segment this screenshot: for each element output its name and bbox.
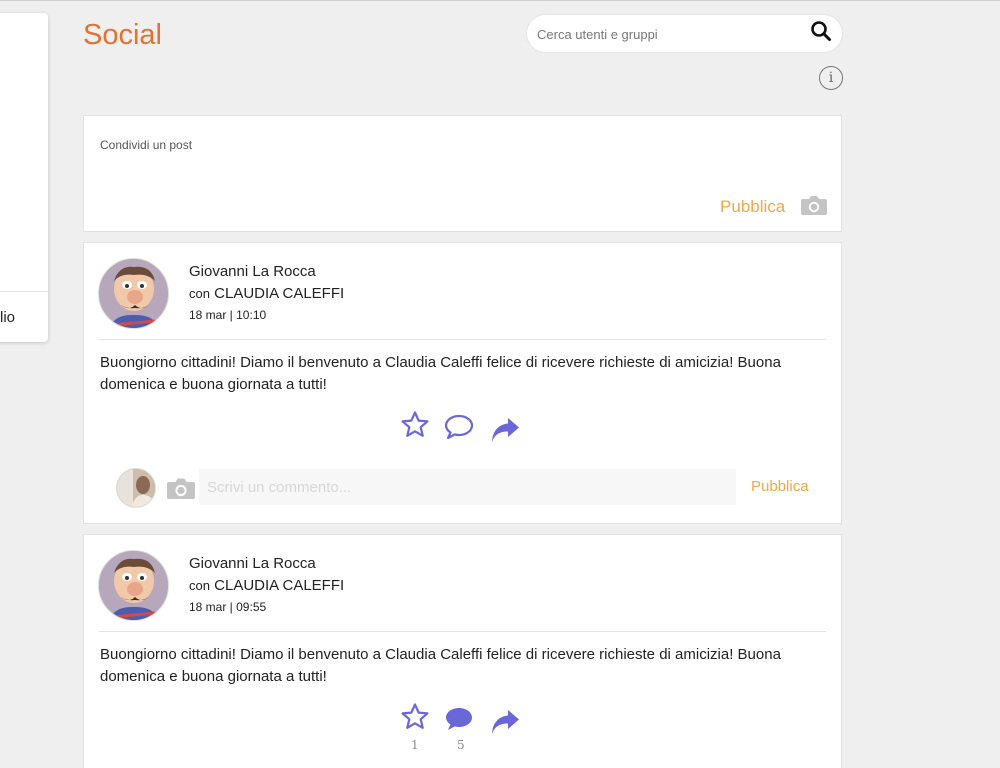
post-author[interactable]: Giovanni La Rocca xyxy=(189,263,316,280)
side-panel-divider xyxy=(0,291,48,292)
comment-icon[interactable] xyxy=(444,412,474,442)
current-user-avatar-image xyxy=(117,469,155,507)
star-icon[interactable] xyxy=(400,410,430,440)
share-icon[interactable] xyxy=(490,415,520,445)
window-top-border xyxy=(0,0,1000,1)
camera-icon[interactable] xyxy=(800,194,828,216)
compose-post-input[interactable]: Condividi un post xyxy=(100,138,192,152)
compose-publish-button[interactable]: Pubblica xyxy=(720,197,785,217)
post-divider xyxy=(99,631,826,632)
page-title: Social xyxy=(83,19,162,51)
comment-filled-icon[interactable] xyxy=(444,704,474,734)
share-icon[interactable] xyxy=(490,707,520,737)
like-count: 1 xyxy=(411,738,419,752)
post-date: 18 mar | 10:10 xyxy=(189,308,267,322)
avatar[interactable] xyxy=(98,258,169,329)
post-tagged-line: con CLAUDIA CALEFFI xyxy=(189,285,344,302)
post-tagged-line: con CLAUDIA CALEFFI xyxy=(189,577,344,594)
tagged-prefix: con xyxy=(189,578,210,593)
post-author[interactable]: Giovanni La Rocca xyxy=(189,555,316,572)
post-card: Giovanni La Rocca con CLAUDIA CALEFFI 18… xyxy=(83,534,842,768)
info-icon[interactable]: i xyxy=(819,66,843,90)
comment-publish-button[interactable]: Pubblica xyxy=(751,478,809,495)
post-text: Buongiorno cittadini! Diamo il benvenuto… xyxy=(100,646,781,685)
comment-count: 5 xyxy=(457,738,465,752)
tagged-user[interactable]: CLAUDIA CALEFFI xyxy=(214,285,344,302)
tagged-prefix: con xyxy=(189,286,210,301)
info-icon-glyph: i xyxy=(828,70,834,86)
comment-camera-icon[interactable] xyxy=(166,476,196,500)
tagged-user[interactable]: CLAUDIA CALEFFI xyxy=(214,577,344,594)
current-user-avatar[interactable] xyxy=(116,468,156,508)
post-card: Giovanni La Rocca con CLAUDIA CALEFFI 18… xyxy=(83,242,842,524)
avatar-caricature-image xyxy=(99,551,168,620)
search-input[interactable] xyxy=(537,24,797,44)
avatar-caricature-image xyxy=(99,259,168,328)
side-panel-item-label[interactable]: lio xyxy=(0,309,15,326)
post-divider xyxy=(99,339,826,340)
side-panel: lio xyxy=(0,13,48,342)
compose-post-card: Condividi un post Pubblica xyxy=(83,115,842,232)
post-date: 18 mar | 09:55 xyxy=(189,600,267,614)
avatar[interactable] xyxy=(98,550,169,621)
post-text: Buongiorno cittadini! Diamo il benvenuto… xyxy=(100,354,781,393)
search-icon[interactable] xyxy=(810,20,832,42)
comment-input[interactable] xyxy=(199,469,736,505)
star-icon[interactable] xyxy=(400,702,430,732)
search-bar xyxy=(526,14,843,53)
